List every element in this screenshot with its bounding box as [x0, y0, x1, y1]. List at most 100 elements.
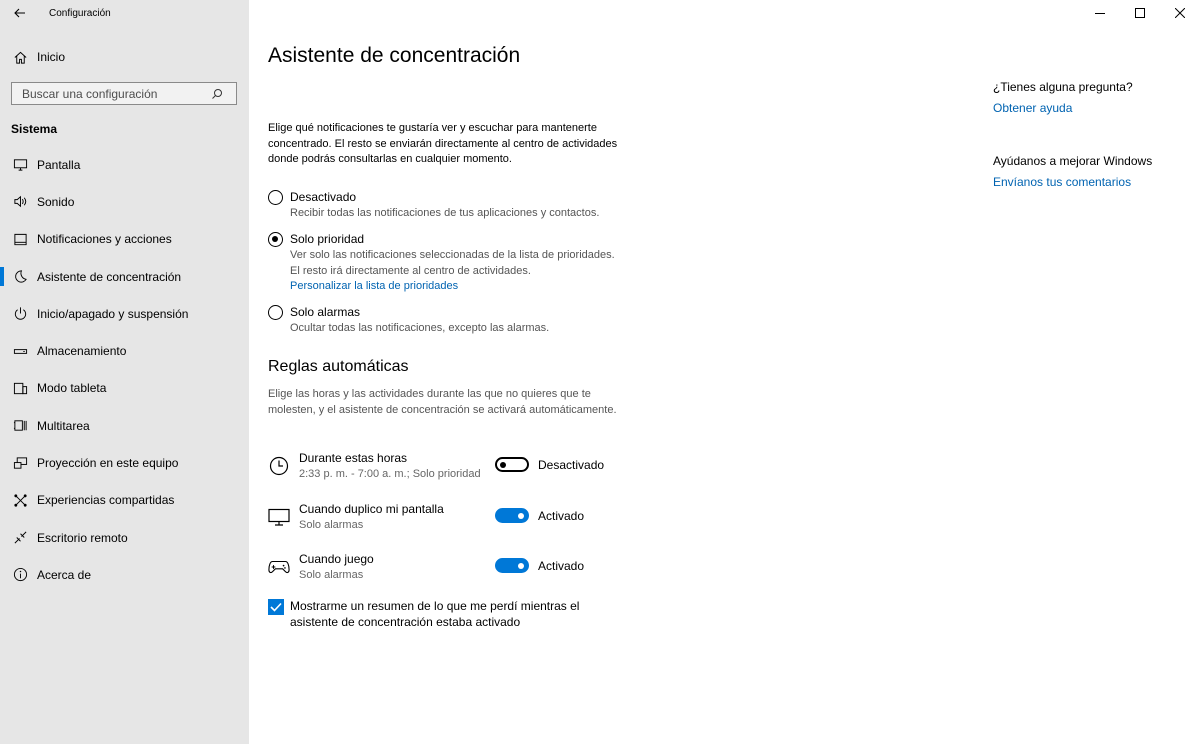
- minimize-icon: [1095, 13, 1105, 14]
- rule-label[interactable]: Durante estas horas: [299, 451, 481, 466]
- notifications-icon: [12, 231, 28, 247]
- power-icon: [12, 306, 28, 322]
- option-text: Solo alarmas Ocultar todas las notificac…: [290, 304, 620, 337]
- summary-option[interactable]: Mostrarme un resumen de lo que me perdí …: [268, 598, 590, 630]
- option-label: Solo prioridad: [290, 232, 365, 246]
- gamepad-icon: [268, 556, 290, 578]
- sidebar-item-proyeccion[interactable]: Proyección en este equipo: [0, 444, 249, 481]
- feedback-section: Ayúdanos a mejorar Windows Envíanos tus …: [993, 154, 1152, 189]
- feedback-link[interactable]: Envíanos tus comentarios: [993, 175, 1152, 189]
- option-solo-alarmas[interactable]: Solo alarmas Ocultar todas las notificac…: [268, 304, 620, 337]
- sidebar-item-acerca-de[interactable]: Acerca de: [0, 556, 249, 593]
- option-label: Solo alarmas: [290, 305, 361, 319]
- sidebar-item-multitarea[interactable]: Multitarea: [0, 407, 249, 444]
- sidebar-item-label: Inicio: [37, 50, 66, 64]
- rule-label[interactable]: Cuando juego: [299, 552, 374, 567]
- summary-checkbox-label: Mostrarme un resumen de lo que me perdí …: [290, 599, 580, 629]
- rule-sub: Solo alarmas: [299, 569, 364, 581]
- info-icon: [12, 567, 28, 583]
- rule-text: Cuando duplico mi pantalla Solo alarmas: [299, 502, 444, 534]
- search-box: [11, 82, 237, 105]
- title-bar: Configuración: [0, 0, 249, 28]
- option-text: Solo prioridad Ver solo las notificacion…: [290, 231, 620, 295]
- sidebar-item-inicio-apagado[interactable]: Inicio/apagado y suspensión: [0, 295, 249, 332]
- back-button[interactable]: [8, 3, 32, 23]
- sidebar-item-label: Inicio/apagado y suspensión: [37, 306, 189, 321]
- option-description: Ocultar todas las notificaciones, except…: [290, 322, 550, 334]
- sidebar-item-label: Asistente de concentración: [37, 269, 182, 284]
- projection-icon: [12, 455, 28, 471]
- rule-hours-toggle[interactable]: [495, 457, 529, 472]
- toggle-state-label: Desactivado: [538, 458, 605, 472]
- sidebar-item-label: Sonido: [37, 194, 75, 209]
- checkmark-icon: [270, 602, 282, 612]
- sidebar-item-label: Acerca de: [37, 567, 92, 582]
- rule-duplicate-screen: Cuando duplico mi pantalla Solo alarmas …: [268, 502, 628, 536]
- summary-checkbox[interactable]: [268, 599, 284, 615]
- sidebar-item-label: Modo tableta: [37, 381, 107, 396]
- rules-title: Reglas automáticas: [268, 358, 409, 375]
- improve-heading: Ayúdanos a mejorar Windows: [993, 154, 1153, 168]
- sidebar-item-escritorio-remoto[interactable]: Escritorio remoto: [0, 519, 249, 556]
- app-title: Configuración: [49, 8, 111, 19]
- moon-icon: [12, 269, 28, 285]
- monitor-icon: [268, 506, 290, 528]
- sidebar-item-almacenamiento[interactable]: Almacenamiento: [0, 332, 249, 369]
- page-title: Asistente de concentración: [268, 44, 521, 67]
- option-text: Desactivado Recibir todas las notificaci…: [290, 189, 620, 222]
- rule-sub: 2:33 p. m. - 7:00 a. m.; Solo prioridad: [299, 468, 481, 480]
- sidebar-item-label: Notificaciones y acciones: [37, 232, 172, 247]
- rule-duplicate-toggle[interactable]: [495, 508, 529, 523]
- rule-sub: Solo alarmas: [299, 519, 364, 531]
- sidebar-item-label: Multitarea: [37, 418, 90, 433]
- speaker-icon: [12, 194, 28, 210]
- multitask-icon: [12, 418, 28, 434]
- help-question: ¿Tienes alguna pregunta?: [993, 80, 1133, 94]
- rule-label[interactable]: Cuando duplico mi pantalla: [299, 502, 444, 517]
- sidebar-item-pantalla[interactable]: Pantalla: [0, 146, 249, 183]
- close-button[interactable]: [1160, 0, 1200, 26]
- sidebar-item-notificaciones[interactable]: Notificaciones y acciones: [0, 221, 249, 258]
- toggle-state-label: Activado: [538, 509, 585, 523]
- storage-icon: [12, 343, 28, 359]
- section-title: Sistema: [11, 122, 58, 136]
- help-section: ¿Tienes alguna pregunta? Obtener ayuda: [993, 80, 1133, 115]
- display-icon: [12, 157, 28, 173]
- shared-icon: [12, 492, 28, 508]
- option-description: Recibir todas las notificaciones de tus …: [290, 207, 600, 219]
- minimize-button[interactable]: [1080, 0, 1120, 26]
- rule-text: Cuando juego Solo alarmas: [299, 552, 374, 584]
- option-label: Desactivado: [290, 190, 357, 204]
- get-help-link[interactable]: Obtener ayuda: [993, 101, 1133, 115]
- option-solo-prioridad[interactable]: Solo prioridad Ver solo las notificacion…: [268, 231, 620, 295]
- sidebar-item-home[interactable]: Inicio: [0, 40, 249, 74]
- sidebar-item-sonido[interactable]: Sonido: [0, 183, 249, 220]
- sidebar-item-modo-tableta[interactable]: Modo tableta: [0, 370, 249, 407]
- sidebar-item-experiencias[interactable]: Experiencias compartidas: [0, 482, 249, 519]
- sidebar-item-label: Experiencias compartidas: [37, 493, 175, 508]
- search-input[interactable]: [12, 86, 208, 101]
- toggle-state-label: Activado: [538, 559, 585, 573]
- maximize-icon: [1135, 8, 1145, 18]
- customize-priority-link[interactable]: Personalizar la lista de prioridades: [290, 279, 620, 295]
- radio-button[interactable]: [268, 232, 283, 247]
- maximize-button[interactable]: [1120, 0, 1160, 26]
- radio-button[interactable]: [268, 190, 283, 205]
- tablet-icon: [12, 380, 28, 396]
- rule-text: Durante estas horas 2:33 p. m. - 7:00 a.…: [299, 451, 481, 483]
- active-indicator: [0, 266, 4, 286]
- rule-gaming: Cuando juego Solo alarmas Activado: [268, 552, 628, 586]
- radio-button[interactable]: [268, 305, 283, 320]
- sidebar-item-label: Escritorio remoto: [37, 530, 128, 545]
- search-icon[interactable]: [208, 85, 226, 103]
- rules-description: Elige las horas y las actividades durant…: [268, 388, 617, 416]
- sidebar-item-label: Proyección en este equipo: [37, 456, 179, 471]
- rule-gaming-toggle[interactable]: [495, 558, 529, 573]
- sidebar-nav: Pantalla Sonido Notificaciones y accione…: [0, 146, 249, 594]
- home-icon: [12, 49, 28, 65]
- sidebar-item-label: Almacenamiento: [37, 344, 127, 359]
- main-content: Asistente de concentración Elige qué not…: [249, 0, 1200, 744]
- sidebar-item-asistente[interactable]: Asistente de concentración: [0, 258, 249, 295]
- sidebar: Configuración Inicio Sistema Pantalla So…: [0, 0, 249, 744]
- option-desactivado[interactable]: Desactivado Recibir todas las notificaci…: [268, 189, 620, 222]
